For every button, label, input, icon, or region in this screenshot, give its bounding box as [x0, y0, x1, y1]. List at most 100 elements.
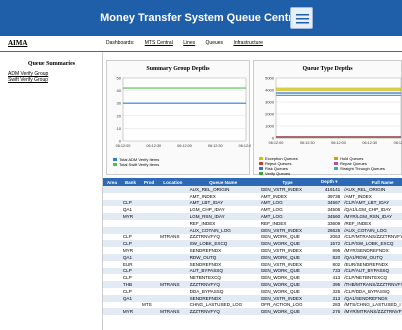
table-cell-location: MTRANS [158, 308, 188, 316]
table-row[interactable]: MYR MTRANS ZZZTRNVFYQ GEN_WORK_QUE 276/MYR/M… [103, 308, 402, 316]
table-cell-area [103, 186, 121, 193]
table-cell-queue-name: DDA_BYPASSQ [187, 287, 259, 295]
queue-type-depths-chart: Queue Type Depths 0 1000 2000 3000 4000 5000 0… [253, 60, 402, 176]
y-tick-label: 4000 [265, 88, 275, 93]
table-cell-location [158, 253, 188, 261]
legend-label: Total Swift Verify Items [119, 162, 160, 167]
table-cell-type: GEN_WORK_QUE [258, 240, 317, 248]
table-cell-depth: 313 [316, 294, 343, 302]
table-cell-queue-name: RDW_OUTQ [187, 253, 259, 261]
y-tick-label: 3000 [265, 100, 275, 105]
table-row[interactable]: CLP MTRANS ZZZTRNVFYQ GEN_WORK_QUE 2063/CLP/… [103, 233, 402, 241]
column-header-area[interactable]: Area [103, 178, 121, 186]
table-row[interactable]: CLP SW_LOBK_EXCQ GEN_WORK_QUE 1572/CLP/SW_L… [103, 240, 402, 248]
table-row[interactable]: QA1 RDW_OUTQ GEN_WORK_QUE 820/QA1/RDW_OUTQ [103, 253, 402, 261]
column-header-depth[interactable]: Depth ▾ [316, 178, 343, 186]
table-cell-bank [120, 219, 140, 227]
table-cell-location [158, 247, 188, 254]
table-cell-prod [140, 219, 159, 227]
table-row[interactable]: MYR SENDREFNDX GEN_VSTR_INDEX 895/MYR/SENDR… [103, 247, 402, 254]
table-cell-full-name: /MTS/CHNG_LASTUSED_I [342, 301, 402, 309]
table-cell-queue-name: AUX_COTAIN_LOG [187, 226, 259, 234]
table-cell-type: OFR_ACTION_LOG [258, 301, 317, 309]
column-header-bank[interactable]: Bank [120, 178, 140, 186]
legend-swatch [113, 158, 117, 162]
table-cell-location [158, 213, 188, 220]
table-cell-area [103, 226, 121, 234]
legend-swatch [113, 163, 117, 167]
table-cell-type: GEN_WORK_QUE [258, 287, 317, 295]
table-cell-location [158, 274, 188, 282]
table-row[interactable]: MYR LGM_RSN_IDAY AMT_LOG 34560/MYR/LGM_RSN_… [103, 213, 402, 220]
table-cell-type: AMT_LOG [258, 206, 317, 214]
dashboard-bar: AIMA Dashboards: MTS Central Lines Queue… [0, 37, 402, 51]
table-cell-area [103, 206, 121, 214]
table-cell-bank: MYR [120, 308, 140, 316]
plot-area [275, 77, 402, 139]
table-cell-queue-name: REF_INDEX [187, 219, 259, 227]
table-row[interactable]: MTS CHNG_LASTUSED_LOG OFR_ACTION_LOG 283/MT… [103, 301, 402, 309]
table-cell-type: AMT_LOG [258, 199, 317, 207]
x-tick-label: 06:12:30 [208, 144, 223, 148]
table-cell-queue-name: AMT_INDEX [187, 192, 259, 200]
table-cell-full-name: /CLP/SW_LOBK_EXCQ [342, 240, 402, 248]
table-cell-depth: 34567 [316, 199, 343, 207]
nav-mts-central[interactable]: MTS Central [145, 40, 173, 46]
legend-label: Straight Through Queues [340, 166, 385, 171]
nav-infrastructure[interactable]: Infrastructure [233, 40, 262, 46]
table-row[interactable]: QA1 LGM_CHP_IDAY AMT_LOG 34506/QA1/LGM_CHP_… [103, 206, 402, 214]
table-cell-queue-name: SW_LOBK_EXCQ [187, 240, 259, 248]
table-row[interactable]: QA1 SENDREFNDX GEN_VSTR_INDEX 313/QA1/SENDR… [103, 294, 402, 302]
table-cell-prod [140, 281, 159, 288]
y-tick-label: 1000 [265, 124, 275, 129]
menu-icon[interactable] [290, 7, 313, 29]
column-header-full-name[interactable]: Full Name [342, 178, 402, 186]
table-cell-prod [140, 240, 159, 248]
x-tick-label: 06:12:30 [300, 141, 315, 145]
table-cell-full-name: /QA1/RDW_OUTQ [342, 253, 402, 261]
table-cell-bank: CLP [120, 274, 140, 282]
table-cell-bank [120, 226, 140, 234]
table-cell-location: MTRANS [158, 233, 188, 241]
table-cell-queue-name: AMT_LBT_IDAY [187, 199, 259, 207]
table-row[interactable]: CLP DDA_BYPASSQ GEN_WORK_QUE 325/CLP/DDA_BY… [103, 287, 402, 295]
table-row[interactable]: CLP AMT_LBT_IDAY AMT_LOG 34567/CLP/AMT_LBT_… [103, 199, 402, 207]
table-cell-type: GEN_VSTR_INDEX [258, 186, 317, 193]
table-cell-type: AMT_LOG [258, 213, 317, 220]
table-row[interactable]: AMT_INDEX AMT_INDEX 39738/AMT_INDEX [103, 192, 402, 200]
table-row[interactable]: AUX_COTAIN_LOG GEN_VSTR_INDEX 26625/AUX_CO… [103, 226, 402, 234]
table-row[interactable]: EUR SENDREFNDX GEN_VSTR_INDEX 802/EUR/SENDR… [103, 260, 402, 268]
table-cell-depth: 733 [316, 267, 343, 275]
table-cell-prod [140, 233, 159, 241]
column-header-location[interactable]: Location [158, 178, 188, 186]
table-row[interactable]: AUX_REL_ORIGIN GEN_VSTR_INDEX 416141/AUX_R… [103, 186, 402, 193]
table-cell-full-name: /MYR/LGM_RSN_IDAY [342, 213, 402, 220]
column-header-queue-name[interactable]: Queue Name [187, 178, 259, 186]
sort-desc-icon[interactable]: ▾ [334, 179, 337, 184]
table-cell-location: MTRANS [158, 281, 188, 288]
table-cell-prod [140, 294, 159, 302]
brand-logo[interactable]: AIMA [8, 39, 27, 47]
table-row[interactable]: CLP AUT_BYPASSQ GEN_WORK_QUE 733/CLP/AUT_BY… [103, 267, 402, 275]
table-cell-area [103, 247, 121, 254]
column-header-prod[interactable]: Prod [140, 178, 159, 186]
table-row[interactable]: REF_INDEX REF_INDEX 33609/REF_INDEX [103, 219, 402, 227]
table-cell-type: GEN_VSTR_INDEX [258, 294, 317, 302]
table-cell-prod [140, 206, 159, 214]
table-cell-depth: 416141 [316, 186, 343, 193]
legend-swatch [259, 157, 263, 161]
table-cell-queue-name: SENDREFNDX [187, 260, 259, 268]
nav-queues[interactable]: Queues [206, 40, 224, 46]
nav-lines[interactable]: Lines [183, 40, 195, 46]
y-tick-label: 2000 [265, 112, 275, 117]
queue-summaries-heading: Queue Summaries [27, 61, 76, 67]
table-cell-prod [140, 308, 159, 316]
column-header-type[interactable]: Type [258, 178, 317, 186]
table-row[interactable]: THB MTRANS ZZZTRNVFYQ GEN_WORK_QUE 395/THB/M… [103, 281, 402, 288]
table-row[interactable]: CLP NETBNTEXCQ GEN_WORK_QUE 413/CLP/NETBNTE… [103, 274, 402, 282]
table-cell-queue-name: ZZZTRNVFYQ [187, 308, 259, 316]
summary-link-swift[interactable]: Swift Verify Group [8, 77, 48, 83]
table-cell-location [158, 206, 188, 214]
table-cell-depth: 283 [316, 301, 343, 309]
table-cell-location [158, 287, 188, 295]
